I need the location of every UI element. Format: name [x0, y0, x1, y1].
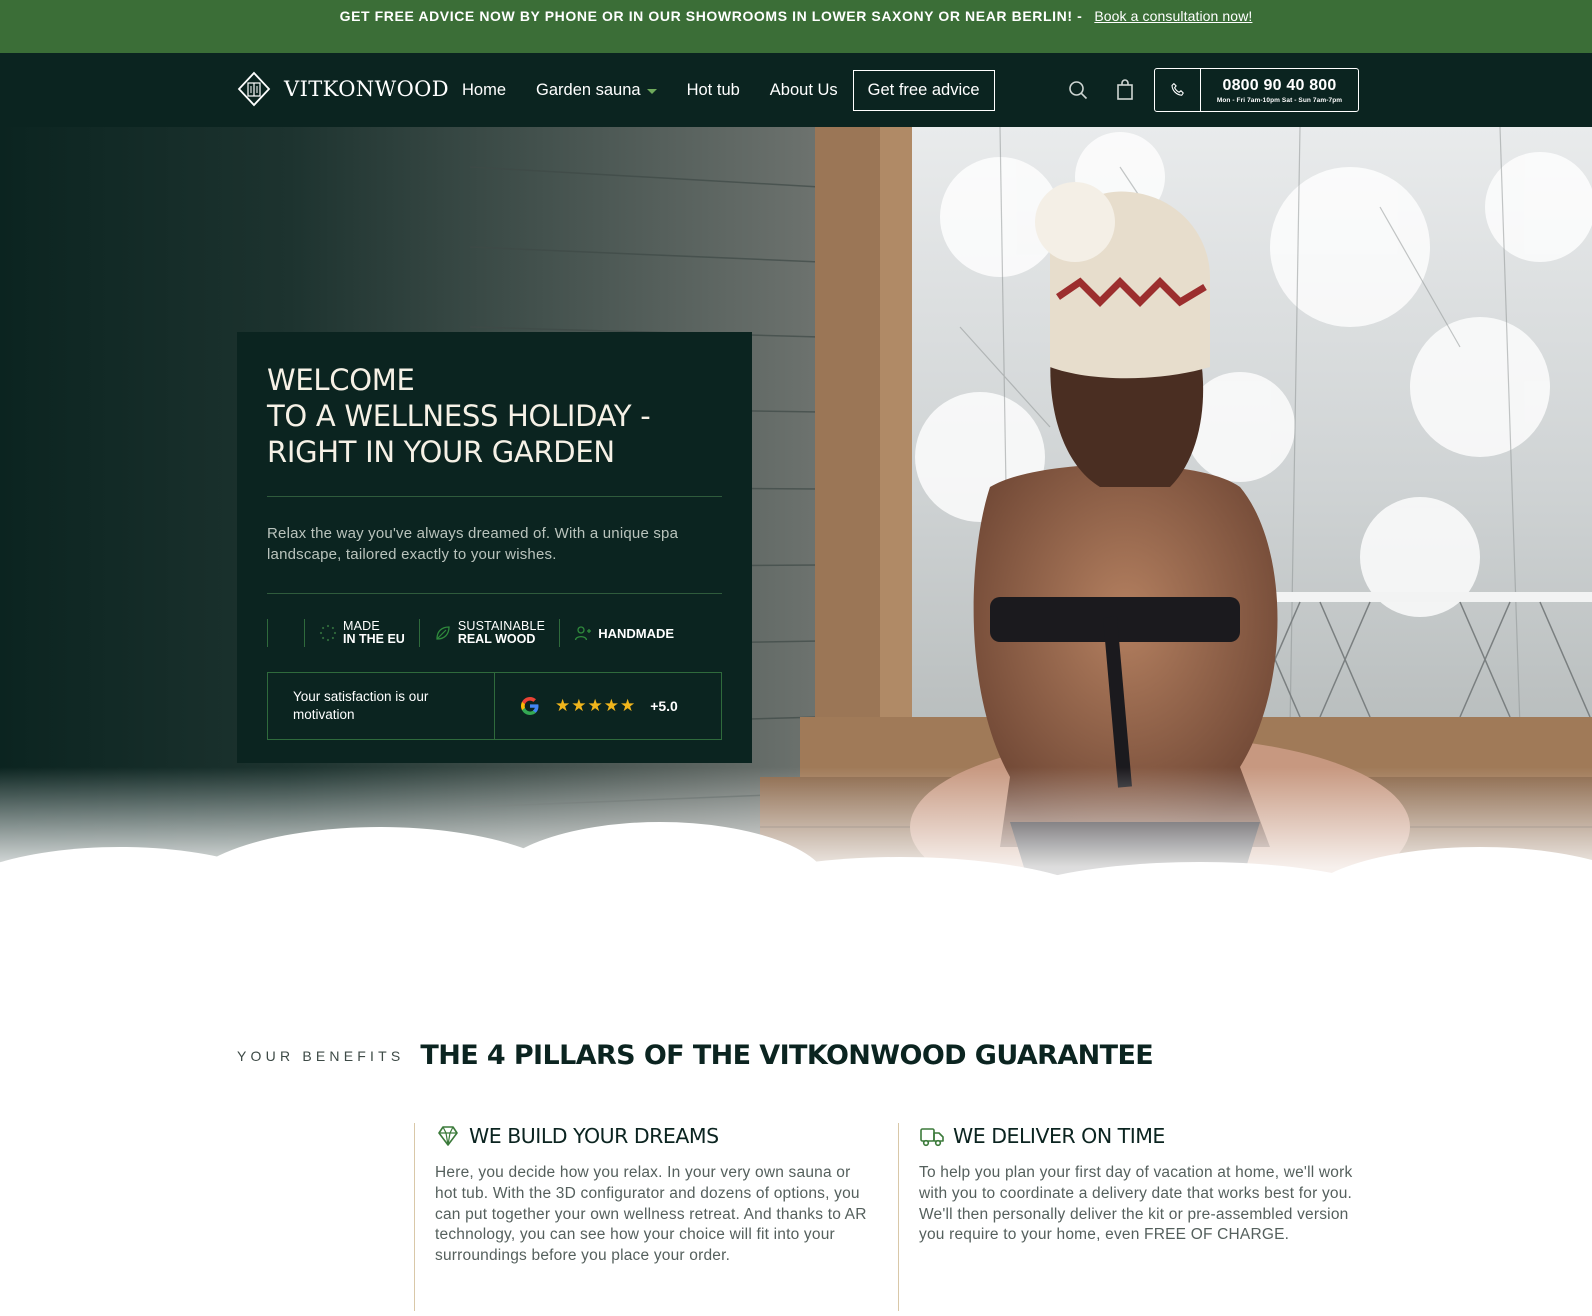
badge-sustainable-wood: SUSTAINABLE REAL WOOD — [420, 620, 559, 646]
google-icon — [521, 697, 539, 715]
rating-box: Your satisfaction is our motivation ★★★★… — [267, 672, 722, 740]
pillar-deliver-on-time: WE DELIVER ON TIME To help you plan your… — [898, 1123, 1368, 1311]
person-icon — [575, 626, 592, 641]
leaf-icon — [436, 626, 450, 640]
get-free-advice-button[interactable]: Get free advice — [852, 69, 995, 111]
eu-stars-icon — [319, 624, 337, 642]
nav-about-us[interactable]: About Us — [770, 81, 838, 100]
brand-logo[interactable]: VITKONWOOD — [236, 71, 449, 107]
divider — [267, 496, 722, 497]
pillar-text: To help you plan your first day of vacat… — [919, 1164, 1353, 1244]
announcement-bar: GET FREE ADVICE NOW BY PHONE OR IN OUR S… — [0, 0, 1592, 53]
pillar-title: WE BUILD YOUR DREAMS — [469, 1124, 719, 1148]
google-rating[interactable]: ★★★★★ +5.0 — [495, 673, 721, 739]
hero-title: WELCOME TO A WELLNESS HOLIDAY - RIGHT IN… — [267, 363, 651, 469]
logo-mark-icon — [237, 71, 271, 107]
truck-icon — [920, 1128, 944, 1147]
chevron-down-icon — [646, 89, 657, 94]
hero-card: WELCOME TO A WELLNESS HOLIDAY - RIGHT IN… — [237, 332, 752, 763]
rating-score: +5.0 — [650, 698, 678, 714]
search-icon[interactable] — [1066, 78, 1090, 102]
site-header: VITKONWOOD Home Garden sauna Hot tub Abo… — [0, 53, 1592, 127]
badge-line2: REAL WOOD — [457, 632, 536, 646]
benefits-header: YOUR BENEFITS THE 4 PILLARS OF THE VITKO… — [237, 1040, 1154, 1071]
divider — [267, 619, 268, 647]
book-consultation-link[interactable]: Book a consultation now! — [1094, 8, 1252, 24]
pillar-build-dreams: WE BUILD YOUR DREAMS Here, you decide ho… — [414, 1123, 884, 1311]
divider — [267, 593, 722, 594]
nav-hot-tub[interactable]: Hot tub — [687, 81, 740, 100]
phone-hours: Mon - Fri 7am-10pm Sat - Sun 7am-7pm — [1216, 96, 1343, 104]
cart-icon[interactable] — [1113, 78, 1137, 102]
hero-section: WELCOME TO A WELLNESS HOLIDAY - RIGHT IN… — [0, 127, 1592, 967]
diamond-icon — [438, 1126, 458, 1146]
section-eyebrow: YOUR BENEFITS — [237, 1047, 405, 1064]
nav-home[interactable]: Home — [462, 81, 506, 100]
phone-icon-box — [1155, 69, 1201, 111]
badge-made-in-eu: MADE IN THE EU — [305, 620, 419, 646]
phone-icon — [1170, 83, 1184, 96]
star-rating: ★★★★★ — [555, 696, 637, 715]
rating-label: Your satisfaction is our motivation — [268, 673, 495, 739]
badge-line2: IN THE EU — [343, 632, 405, 646]
phone-number: 0800 90 40 800 — [1222, 76, 1337, 94]
pillar-text: Here, you decide how you relax. In your … — [435, 1164, 867, 1265]
trust-badges: MADE IN THE EU SUSTAINABLE REAL WOOD HAN… — [267, 618, 722, 648]
badge-line2: HANDMADE — [598, 625, 675, 641]
hero-subtitle: Relax the way you've always dreamed of. … — [267, 525, 679, 563]
pillar-title: WE DELIVER ON TIME — [953, 1124, 1165, 1148]
phone-contact[interactable]: 0800 90 40 800 Mon - Fri 7am-10pm Sat - … — [1154, 68, 1359, 112]
brand-name: VITKONWOOD — [284, 77, 450, 101]
nav-garden-sauna-label: Garden sauna — [536, 80, 641, 99]
section-title: THE 4 PILLARS OF THE VITKONWOOD GUARANTE… — [420, 1040, 1154, 1071]
main-nav: Home Garden sauna Hot tub About Us Get f… — [462, 53, 995, 127]
badge-handmade: HANDMADE — [560, 624, 688, 642]
nav-garden-sauna[interactable]: Garden sauna — [536, 81, 657, 100]
announcement-text: GET FREE ADVICE NOW BY PHONE OR IN OUR S… — [339, 7, 1083, 24]
